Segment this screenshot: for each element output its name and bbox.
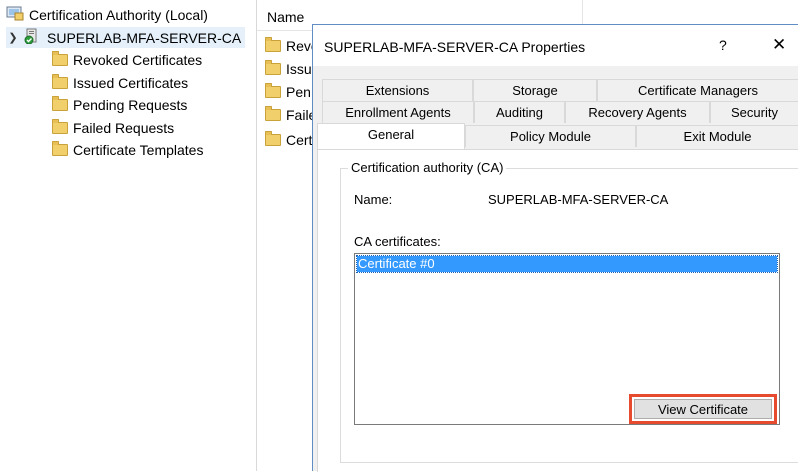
folder-icon (265, 37, 281, 52)
folder-icon (52, 140, 68, 156)
list-item-certificate[interactable]: Certificate #0 (356, 255, 778, 273)
console-tree: Certification Authority (Local) ❯ SUPERL… (0, 0, 256, 471)
tab-label: Auditing (496, 105, 543, 120)
folder-icon (265, 106, 281, 121)
list-item[interactable]: Pen (265, 82, 311, 102)
tab-label: Enrollment Agents (345, 105, 451, 120)
tree-item-label: Issued Certificates (73, 74, 189, 91)
tree-item-revoked-certificates[interactable]: Revoked Certificates (52, 49, 202, 70)
view-certificate-button[interactable]: View Certificate (634, 399, 772, 419)
tree-root-label: Certification Authority (Local) (29, 6, 208, 23)
tab-label: Storage (512, 83, 558, 98)
tree-item-server[interactable]: ❯ SUPERLAB-MFA-SERVER-CA (6, 27, 246, 48)
highlight-box: View Certificate (629, 394, 777, 424)
server-ca-icon (24, 28, 42, 47)
list-item-label: Issu (286, 61, 312, 77)
tab-storage[interactable]: Storage (473, 79, 597, 101)
list-item-label: Pen (286, 84, 311, 100)
tab-enrollment-agents[interactable]: Enrollment Agents (322, 101, 474, 123)
tree-item-label: Failed Requests (73, 119, 175, 136)
tab-label: Recovery Agents (588, 105, 687, 120)
list-item[interactable]: Revo (265, 36, 319, 56)
tab-security[interactable]: Security (710, 101, 798, 123)
column-header-label: Name (267, 9, 305, 25)
name-value: SUPERLAB-MFA-SERVER-CA (488, 192, 669, 207)
tree-item-certification-authority[interactable]: Certification Authority (Local) (6, 4, 208, 25)
tree-item-label: Pending Requests (73, 96, 188, 113)
folder-icon (265, 60, 281, 75)
tab-recovery-agents[interactable]: Recovery Agents (565, 101, 710, 123)
ca-certificates-label: CA certificates: (354, 234, 441, 249)
tab-policy-module[interactable]: Policy Module (465, 125, 636, 147)
tab-extensions[interactable]: Extensions (322, 79, 473, 101)
groupbox-title: Certification authority (CA) (348, 160, 507, 175)
ca-console-icon (6, 5, 24, 24)
tree-item-certificate-templates[interactable]: Certificate Templates (52, 139, 203, 160)
folder-icon (265, 131, 281, 146)
folder-icon (52, 73, 68, 89)
folder-icon (52, 50, 68, 66)
list-item-label: Cert (286, 132, 313, 148)
list-item[interactable]: Faile (265, 105, 316, 125)
folder-icon (265, 83, 281, 98)
tab-label: Policy Module (510, 129, 591, 144)
tab-general[interactable]: General (317, 123, 465, 149)
tree-item-label: Certificate Templates (73, 141, 204, 158)
tree-item-pending-requests[interactable]: Pending Requests (52, 94, 187, 115)
properties-dialog: SUPERLAB-MFA-SERVER-CA Properties ? ✕ Ex… (312, 24, 798, 472)
name-label: Name: (354, 192, 393, 207)
tree-item-failed-requests[interactable]: Failed Requests (52, 117, 174, 138)
dialog-title: SUPERLAB-MFA-SERVER-CA Properties (324, 39, 586, 55)
folder-icon (52, 118, 68, 134)
dialog-titlebar[interactable]: SUPERLAB-MFA-SERVER-CA Properties ? ✕ (313, 25, 798, 66)
tree-item-label: Revoked Certificates (73, 51, 203, 68)
folder-icon (52, 95, 68, 111)
list-item[interactable]: Cert (265, 130, 312, 150)
tab-label: Security (731, 105, 778, 120)
tab-label: Exit Module (683, 129, 752, 144)
chevron-down-icon[interactable]: ❯ (6, 31, 20, 44)
tab-certificate-managers[interactable]: Certificate Managers (597, 79, 798, 101)
list-item[interactable]: Issu (265, 59, 312, 79)
tab-label: Extensions (365, 83, 430, 98)
tab-label: General (367, 127, 415, 142)
tree-server-label: SUPERLAB-MFA-SERVER-CA (47, 29, 242, 46)
close-icon[interactable]: ✕ (772, 35, 786, 55)
help-button[interactable]: ? (719, 37, 727, 53)
tree-item-issued-certificates[interactable]: Issued Certificates (52, 72, 188, 93)
tab-auditing[interactable]: Auditing (474, 101, 565, 123)
tab-label: Certificate Managers (638, 83, 758, 98)
tab-exit-module[interactable]: Exit Module (636, 125, 798, 147)
